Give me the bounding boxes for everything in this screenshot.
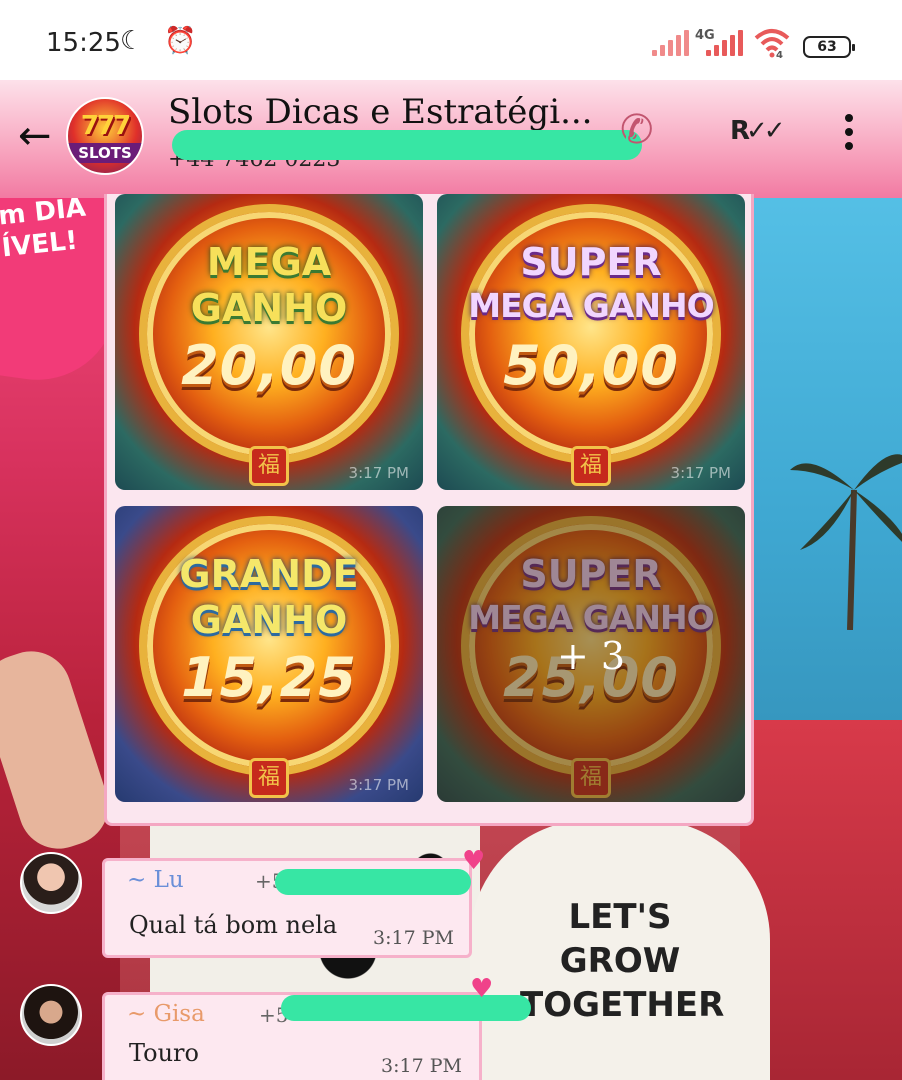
do-not-disturb-icon: ☾ bbox=[120, 26, 144, 56]
tile-heading: MEGA bbox=[206, 240, 332, 284]
tile-amount: 20,00 bbox=[181, 334, 357, 397]
battery-icon: 63 bbox=[803, 36, 855, 58]
avatar-777-text: 777 bbox=[80, 111, 131, 141]
tile-heading: SUPER bbox=[520, 240, 662, 284]
media-tile[interactable]: MEGA GANHO 20,00 福 3:17 PM bbox=[115, 194, 423, 490]
media-tile[interactable]: GRANDE GANHO 15,25 福 3:17 PM bbox=[115, 506, 423, 802]
signal-sim2-icon bbox=[706, 30, 746, 56]
avatar[interactable] bbox=[20, 984, 82, 1046]
wallpaper-heart-text: m DIA ÍVEL! bbox=[0, 192, 88, 264]
more-media-count: + 3 bbox=[556, 634, 626, 678]
more-options-icon[interactable] bbox=[845, 114, 855, 158]
avatar[interactable] bbox=[20, 852, 82, 914]
tile-amount: 15,25 bbox=[181, 646, 357, 709]
message-text: Touro bbox=[129, 1039, 199, 1067]
chat-header: ← 777 SLOTS Slots Dicas e Estratégi... +… bbox=[0, 80, 902, 198]
avatar-slots-text: SLOTS bbox=[68, 143, 142, 163]
battery-level: 63 bbox=[817, 39, 837, 55]
message-time: 3:17 PM bbox=[373, 927, 454, 949]
tile-amount: 50,00 bbox=[503, 334, 679, 397]
heart-reaction-icon[interactable]: ♥ bbox=[470, 976, 493, 1002]
message-time: 3:17 PM bbox=[381, 1055, 462, 1077]
message-bubble[interactable]: ~ Lu +5 Qual tá bom nela 3:17 PM bbox=[102, 858, 472, 958]
fortune-seal-icon: 福 bbox=[571, 446, 611, 486]
tile-timestamp: 3:17 PM bbox=[348, 776, 409, 794]
media-tile[interactable]: SUPER MEGA GANHO 50,00 福 3:17 PM bbox=[437, 194, 745, 490]
tile-timestamp: 3:17 PM bbox=[670, 464, 731, 482]
wifi-band-label: 4 bbox=[776, 50, 783, 61]
tile-heading: GRANDE bbox=[179, 552, 359, 596]
wifi-icon bbox=[754, 29, 790, 58]
sender-name[interactable]: ~ Lu bbox=[127, 867, 184, 893]
signal-sim1-icon bbox=[652, 30, 692, 56]
back-arrow-icon[interactable]: ← bbox=[18, 116, 52, 156]
redaction-bar bbox=[172, 130, 642, 160]
redaction-bar bbox=[275, 869, 471, 895]
alarm-icon: ⏰ bbox=[164, 26, 197, 56]
redaction-bar bbox=[281, 995, 531, 1021]
read-receipt-icon[interactable]: R✓✓ bbox=[730, 116, 786, 146]
tile-subheading: GANHO bbox=[190, 598, 348, 642]
tile-timestamp: 3:17 PM bbox=[348, 464, 409, 482]
wallpaper-palm bbox=[790, 454, 902, 630]
tile-subheading: MEGA GANHO bbox=[468, 286, 714, 325]
fortune-seal-icon: 福 bbox=[249, 758, 289, 798]
fortune-seal-icon: 福 bbox=[249, 446, 289, 486]
sender-name[interactable]: ~ Gisa bbox=[127, 1001, 205, 1027]
tile-subheading: GANHO bbox=[190, 286, 348, 330]
chat-title[interactable]: Slots Dicas e Estratégi... bbox=[168, 92, 593, 132]
message-text: Qual tá bom nela bbox=[129, 911, 338, 939]
status-time: 15:25 bbox=[46, 28, 121, 58]
heart-reaction-icon[interactable]: ♥ bbox=[462, 848, 485, 874]
media-message-bubble[interactable]: MEGA GANHO 20,00 福 3:17 PM SUPER MEGA GA… bbox=[104, 194, 754, 826]
add-call-icon[interactable]: ✆ bbox=[620, 108, 654, 152]
status-bar: 15:25 ☾ ⏰ 4G 4 63 bbox=[0, 0, 902, 80]
message-bubble[interactable]: ~ Gisa +5 Touro 3:17 PM bbox=[102, 992, 531, 1080]
media-tile-more[interactable]: SUPER MEGA GANHO 25,00 福 + 3 bbox=[437, 506, 745, 802]
group-avatar[interactable]: 777 SLOTS bbox=[66, 97, 144, 175]
wallpaper-shirt-text: LET'S GROW TOGETHER bbox=[520, 897, 725, 1025]
